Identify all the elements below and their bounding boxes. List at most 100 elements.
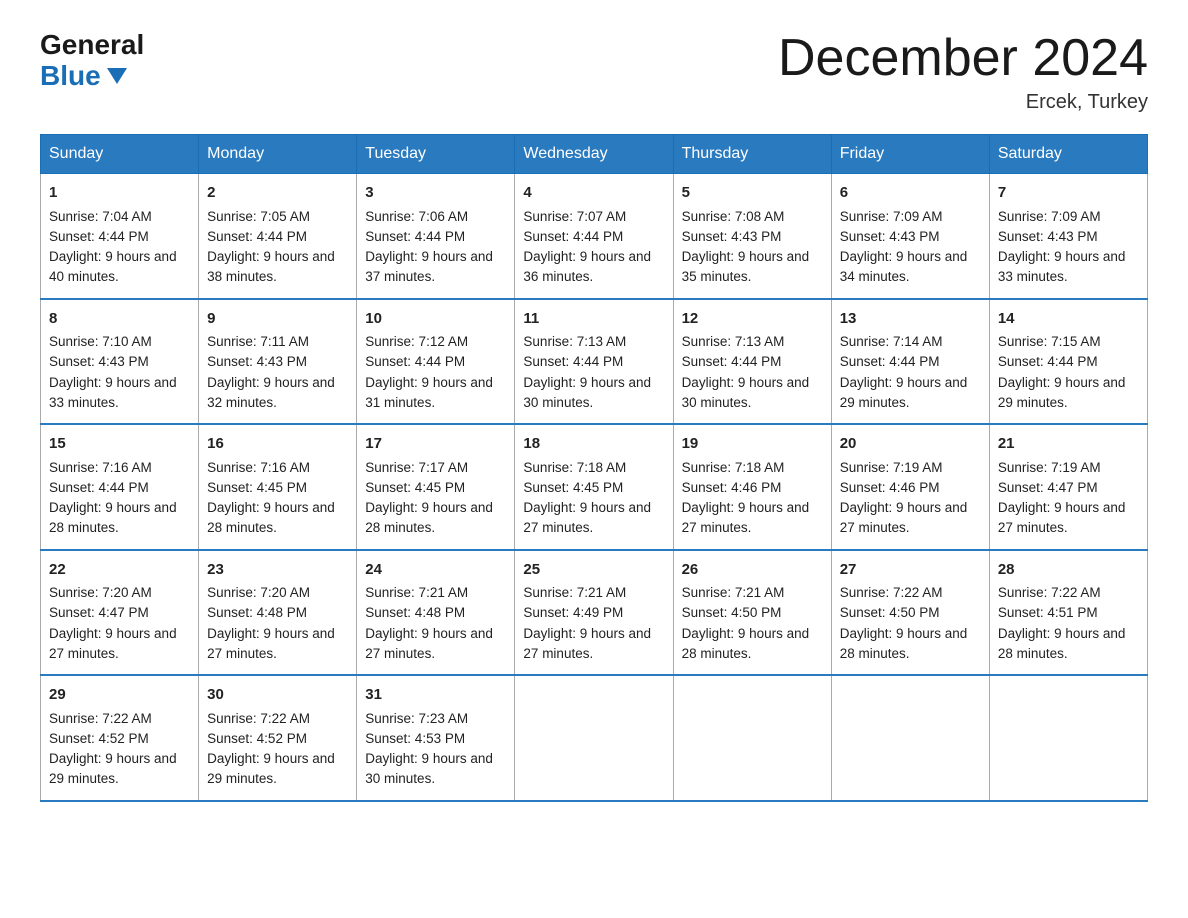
day-number: 3 bbox=[365, 182, 506, 205]
sunrise-text: Sunrise: 7:20 AM bbox=[49, 583, 190, 603]
sunset-text: Sunset: 4:43 PM bbox=[998, 227, 1139, 247]
sunrise-text: Sunrise: 7:09 AM bbox=[840, 207, 981, 227]
day-number: 8 bbox=[49, 308, 190, 331]
sunrise-text: Sunrise: 7:22 AM bbox=[49, 709, 190, 729]
daylight-text: Daylight: 9 hours and 27 minutes. bbox=[207, 624, 348, 665]
day-number: 1 bbox=[49, 182, 190, 205]
day-number: 26 bbox=[682, 559, 823, 582]
daylight-text: Daylight: 9 hours and 27 minutes. bbox=[523, 624, 664, 665]
calendar-cell: 24Sunrise: 7:21 AMSunset: 4:48 PMDayligh… bbox=[357, 550, 515, 676]
week-row-5: 29Sunrise: 7:22 AMSunset: 4:52 PMDayligh… bbox=[41, 675, 1148, 801]
calendar-cell: 28Sunrise: 7:22 AMSunset: 4:51 PMDayligh… bbox=[989, 550, 1147, 676]
month-title: December 2024 bbox=[778, 30, 1148, 87]
sunrise-text: Sunrise: 7:09 AM bbox=[998, 207, 1139, 227]
day-number: 2 bbox=[207, 182, 348, 205]
calendar-cell: 10Sunrise: 7:12 AMSunset: 4:44 PMDayligh… bbox=[357, 299, 515, 425]
sunrise-text: Sunrise: 7:16 AM bbox=[207, 458, 348, 478]
calendar-cell: 16Sunrise: 7:16 AMSunset: 4:45 PMDayligh… bbox=[199, 424, 357, 550]
sunset-text: Sunset: 4:43 PM bbox=[49, 352, 190, 372]
sunset-text: Sunset: 4:43 PM bbox=[207, 352, 348, 372]
day-number: 9 bbox=[207, 308, 348, 331]
header-saturday: Saturday bbox=[989, 135, 1147, 174]
calendar-cell: 18Sunrise: 7:18 AMSunset: 4:45 PMDayligh… bbox=[515, 424, 673, 550]
sunset-text: Sunset: 4:44 PM bbox=[207, 227, 348, 247]
daylight-text: Daylight: 9 hours and 28 minutes. bbox=[840, 624, 981, 665]
day-number: 24 bbox=[365, 559, 506, 582]
sunrise-text: Sunrise: 7:11 AM bbox=[207, 332, 348, 352]
sunset-text: Sunset: 4:51 PM bbox=[998, 603, 1139, 623]
sunrise-text: Sunrise: 7:18 AM bbox=[523, 458, 664, 478]
title-block: December 2024 Ercek, Turkey bbox=[778, 30, 1148, 114]
calendar-cell: 20Sunrise: 7:19 AMSunset: 4:46 PMDayligh… bbox=[831, 424, 989, 550]
day-number: 17 bbox=[365, 433, 506, 456]
calendar-cell: 3Sunrise: 7:06 AMSunset: 4:44 PMDaylight… bbox=[357, 174, 515, 299]
daylight-text: Daylight: 9 hours and 28 minutes. bbox=[365, 498, 506, 539]
daylight-text: Daylight: 9 hours and 27 minutes. bbox=[523, 498, 664, 539]
sunset-text: Sunset: 4:44 PM bbox=[365, 227, 506, 247]
calendar-cell: 1Sunrise: 7:04 AMSunset: 4:44 PMDaylight… bbox=[41, 174, 199, 299]
day-number: 30 bbox=[207, 684, 348, 707]
sunrise-text: Sunrise: 7:14 AM bbox=[840, 332, 981, 352]
calendar-cell: 13Sunrise: 7:14 AMSunset: 4:44 PMDayligh… bbox=[831, 299, 989, 425]
sunrise-text: Sunrise: 7:07 AM bbox=[523, 207, 664, 227]
daylight-text: Daylight: 9 hours and 38 minutes. bbox=[207, 247, 348, 288]
calendar-cell: 8Sunrise: 7:10 AMSunset: 4:43 PMDaylight… bbox=[41, 299, 199, 425]
days-header-row: SundayMondayTuesdayWednesdayThursdayFrid… bbox=[41, 135, 1148, 174]
sunrise-text: Sunrise: 7:15 AM bbox=[998, 332, 1139, 352]
sunrise-text: Sunrise: 7:19 AM bbox=[998, 458, 1139, 478]
calendar-cell: 29Sunrise: 7:22 AMSunset: 4:52 PMDayligh… bbox=[41, 675, 199, 801]
daylight-text: Daylight: 9 hours and 40 minutes. bbox=[49, 247, 190, 288]
daylight-text: Daylight: 9 hours and 28 minutes. bbox=[998, 624, 1139, 665]
day-number: 14 bbox=[998, 308, 1139, 331]
day-number: 21 bbox=[998, 433, 1139, 456]
calendar-cell: 7Sunrise: 7:09 AMSunset: 4:43 PMDaylight… bbox=[989, 174, 1147, 299]
sunset-text: Sunset: 4:44 PM bbox=[49, 478, 190, 498]
week-row-3: 15Sunrise: 7:16 AMSunset: 4:44 PMDayligh… bbox=[41, 424, 1148, 550]
daylight-text: Daylight: 9 hours and 31 minutes. bbox=[365, 373, 506, 414]
sunrise-text: Sunrise: 7:16 AM bbox=[49, 458, 190, 478]
calendar-cell: 9Sunrise: 7:11 AMSunset: 4:43 PMDaylight… bbox=[199, 299, 357, 425]
day-number: 7 bbox=[998, 182, 1139, 205]
header-thursday: Thursday bbox=[673, 135, 831, 174]
day-number: 25 bbox=[523, 559, 664, 582]
calendar-cell bbox=[515, 675, 673, 801]
day-number: 20 bbox=[840, 433, 981, 456]
sunrise-text: Sunrise: 7:17 AM bbox=[365, 458, 506, 478]
calendar-cell: 23Sunrise: 7:20 AMSunset: 4:48 PMDayligh… bbox=[199, 550, 357, 676]
calendar-cell: 5Sunrise: 7:08 AMSunset: 4:43 PMDaylight… bbox=[673, 174, 831, 299]
calendar-cell: 26Sunrise: 7:21 AMSunset: 4:50 PMDayligh… bbox=[673, 550, 831, 676]
calendar-table: SundayMondayTuesdayWednesdayThursdayFrid… bbox=[40, 134, 1148, 802]
sunset-text: Sunset: 4:52 PM bbox=[207, 729, 348, 749]
daylight-text: Daylight: 9 hours and 28 minutes. bbox=[49, 498, 190, 539]
calendar-cell: 11Sunrise: 7:13 AMSunset: 4:44 PMDayligh… bbox=[515, 299, 673, 425]
logo-triangle-icon bbox=[107, 68, 127, 84]
sunset-text: Sunset: 4:44 PM bbox=[523, 227, 664, 247]
daylight-text: Daylight: 9 hours and 30 minutes. bbox=[682, 373, 823, 414]
daylight-text: Daylight: 9 hours and 27 minutes. bbox=[49, 624, 190, 665]
sunrise-text: Sunrise: 7:08 AM bbox=[682, 207, 823, 227]
daylight-text: Daylight: 9 hours and 30 minutes. bbox=[365, 749, 506, 790]
day-number: 13 bbox=[840, 308, 981, 331]
day-number: 4 bbox=[523, 182, 664, 205]
sunrise-text: Sunrise: 7:06 AM bbox=[365, 207, 506, 227]
day-number: 15 bbox=[49, 433, 190, 456]
header-wednesday: Wednesday bbox=[515, 135, 673, 174]
day-number: 18 bbox=[523, 433, 664, 456]
page-header: General Blue December 2024 Ercek, Turkey bbox=[40, 30, 1148, 114]
sunrise-text: Sunrise: 7:20 AM bbox=[207, 583, 348, 603]
day-number: 31 bbox=[365, 684, 506, 707]
sunrise-text: Sunrise: 7:13 AM bbox=[523, 332, 664, 352]
daylight-text: Daylight: 9 hours and 27 minutes. bbox=[840, 498, 981, 539]
calendar-cell: 2Sunrise: 7:05 AMSunset: 4:44 PMDaylight… bbox=[199, 174, 357, 299]
sunset-text: Sunset: 4:50 PM bbox=[840, 603, 981, 623]
daylight-text: Daylight: 9 hours and 35 minutes. bbox=[682, 247, 823, 288]
day-number: 11 bbox=[523, 308, 664, 331]
sunset-text: Sunset: 4:45 PM bbox=[523, 478, 664, 498]
day-number: 22 bbox=[49, 559, 190, 582]
calendar-cell: 30Sunrise: 7:22 AMSunset: 4:52 PMDayligh… bbox=[199, 675, 357, 801]
daylight-text: Daylight: 9 hours and 37 minutes. bbox=[365, 247, 506, 288]
logo: General Blue bbox=[40, 30, 144, 92]
sunset-text: Sunset: 4:44 PM bbox=[682, 352, 823, 372]
sunset-text: Sunset: 4:44 PM bbox=[365, 352, 506, 372]
calendar-cell: 17Sunrise: 7:17 AMSunset: 4:45 PMDayligh… bbox=[357, 424, 515, 550]
